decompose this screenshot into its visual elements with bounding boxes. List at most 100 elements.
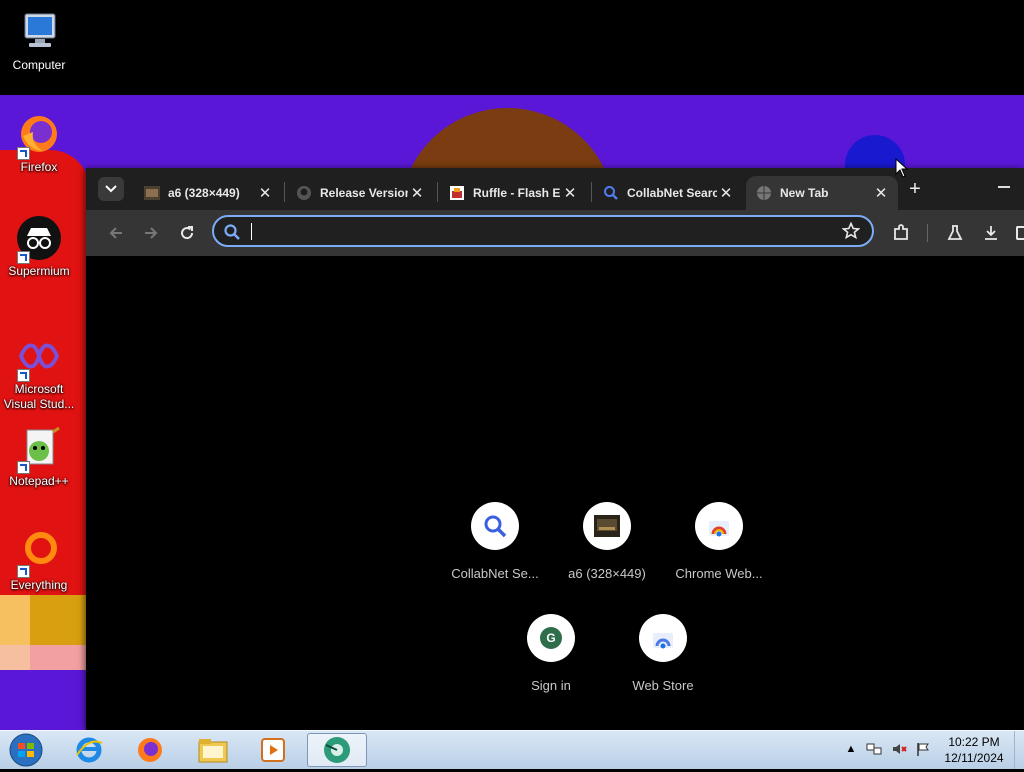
- close-icon[interactable]: ✕: [717, 184, 735, 202]
- browser-toolbar: [86, 210, 1024, 256]
- minimize-button[interactable]: [998, 186, 1010, 188]
- supermium-icon: [324, 737, 350, 763]
- desktop-icon-everything[interactable]: Everything: [0, 528, 78, 593]
- action-center-flag-icon[interactable]: [915, 741, 931, 757]
- clock-time: 10:22 PM: [948, 735, 1000, 749]
- show-desktop-button[interactable]: [1014, 731, 1024, 769]
- tab-title: Release Versions: [320, 186, 408, 200]
- firefox-icon: [138, 738, 162, 762]
- shortcut-arrow-icon: [17, 461, 30, 474]
- shortcut-label: a6 (328×449): [568, 566, 646, 581]
- web-store-icon: [639, 614, 687, 662]
- chevron-down-icon: [105, 185, 117, 193]
- tab-separator: [591, 182, 592, 202]
- shortcut-label: CollabNet Se...: [451, 566, 539, 581]
- folder-icon: [198, 739, 228, 763]
- download-icon: [985, 226, 997, 240]
- shortcut-sign-in[interactable]: G Sign in: [495, 614, 607, 693]
- desktop-icon-label: Everything: [10, 578, 68, 592]
- tab-search-button[interactable]: [98, 177, 124, 201]
- taskbar-app-media-player[interactable]: [246, 733, 300, 767]
- google-g-letter: G: [540, 627, 562, 649]
- tab-title: CollabNet Search: [627, 186, 717, 200]
- desktop-icon-label: Notepad++: [9, 474, 69, 488]
- tab-release-versions[interactable]: Release Versions ✕: [286, 176, 434, 210]
- close-icon[interactable]: ✕: [561, 184, 579, 202]
- windows-orb-icon: [9, 733, 43, 767]
- reload-button[interactable]: [173, 219, 201, 247]
- shortcut-label: Web Store: [632, 678, 694, 693]
- tab-collabnet-search[interactable]: CollabNet Search ✕: [593, 176, 743, 210]
- tab-separator: [284, 182, 285, 202]
- reload-icon: [181, 226, 194, 240]
- downloads-button[interactable]: [977, 219, 1005, 247]
- browser-window: a6 (328×449) ✕ Release Versions ✕ Ruffle…: [86, 168, 1024, 730]
- close-icon[interactable]: ✕: [872, 184, 890, 202]
- shortcut-a6[interactable]: a6 (328×449): [551, 502, 663, 581]
- globe-favicon: [756, 185, 772, 201]
- chevron-up-icon: ▲: [845, 743, 857, 755]
- computer-icon: [15, 8, 63, 56]
- taskbar-app-supermium[interactable]: [307, 733, 367, 767]
- forward-button[interactable]: [137, 219, 165, 247]
- plus-icon: +: [909, 177, 921, 200]
- image-thumbnail-icon: [583, 502, 631, 550]
- everything-icon: [15, 528, 63, 578]
- toolbar-separator: [927, 224, 928, 242]
- start-button[interactable]: [6, 733, 46, 767]
- address-input[interactable]: [250, 221, 834, 243]
- tab-separator: [437, 182, 438, 202]
- taskbar-app-firefox[interactable]: [123, 733, 177, 767]
- shortcut-collabnet-search[interactable]: CollabNet Se...: [439, 502, 551, 581]
- address-bar[interactable]: [212, 215, 874, 247]
- show-hidden-icons-button[interactable]: ▲: [843, 741, 859, 757]
- desktop-icon-notepad-plus-plus[interactable]: Notepad++: [0, 424, 78, 489]
- labs-button[interactable]: [941, 219, 969, 247]
- ruffle-favicon: [449, 185, 465, 201]
- close-icon[interactable]: ✕: [408, 184, 426, 202]
- tab-new-tab[interactable]: New Tab ✕: [746, 176, 898, 210]
- taskbar: ▲ 10:22 PM 12/11/2024: [0, 730, 1024, 769]
- arrow-right-icon: [145, 227, 158, 239]
- system-clock[interactable]: 10:22 PM 12/11/2024: [936, 734, 1012, 766]
- desktop-icon-firefox[interactable]: Firefox: [0, 110, 78, 175]
- taskbar-app-internet-explorer[interactable]: [62, 733, 116, 767]
- taskbar-app-file-explorer[interactable]: [186, 733, 240, 767]
- wallpaper-color-blocks: [0, 595, 86, 670]
- star-icon[interactable]: [842, 222, 860, 240]
- shortcut-arrow-icon: [17, 251, 30, 264]
- desktop-icon-label: Supermium: [8, 264, 70, 278]
- close-icon[interactable]: ✕: [256, 184, 274, 202]
- desktop-icon-label: Firefox: [20, 160, 58, 174]
- new-tab-button[interactable]: +: [904, 178, 926, 200]
- notepad-plus-plus-icon: [15, 424, 63, 474]
- desktop-icon-supermium[interactable]: Supermium: [0, 214, 78, 279]
- puzzle-icon: [894, 224, 908, 240]
- shortcut-label: Chrome Web...: [675, 566, 763, 581]
- text-cursor: [251, 223, 252, 240]
- back-button[interactable]: [102, 219, 130, 247]
- desktop-icon-computer[interactable]: Computer: [0, 8, 78, 73]
- firefox-icon: [15, 110, 63, 160]
- tab-ruffle[interactable]: Ruffle - Flash Emulator ✕: [439, 176, 587, 210]
- flask-icon: [947, 225, 963, 240]
- clock-date: 12/11/2024: [944, 751, 1004, 765]
- search-favicon: [603, 185, 619, 201]
- desktop-icon-label: Microsoft Visual Stud...: [3, 382, 75, 411]
- search-icon: [224, 224, 240, 240]
- volume-muted-icon[interactable]: [891, 741, 907, 757]
- supermium-icon: [15, 214, 63, 264]
- network-icon[interactable]: [866, 741, 882, 757]
- shortcut-web-store[interactable]: Web Store: [607, 614, 719, 693]
- tab-a6[interactable]: a6 (328×449) ✕: [134, 176, 282, 210]
- desktop-icon-visual-studio[interactable]: Microsoft Visual Stud...: [0, 332, 78, 412]
- side-panel-icon[interactable]: [1016, 226, 1024, 240]
- github-favicon: [296, 185, 312, 201]
- shortcut-arrow-icon: [17, 369, 30, 382]
- media-player-icon: [261, 738, 285, 762]
- internet-explorer-icon: [76, 737, 103, 763]
- extensions-button[interactable]: [887, 219, 915, 247]
- desktop-background-top: [0, 0, 1024, 95]
- shortcut-chrome-web-store[interactable]: Chrome Web...: [663, 502, 775, 581]
- image-favicon: [144, 185, 160, 201]
